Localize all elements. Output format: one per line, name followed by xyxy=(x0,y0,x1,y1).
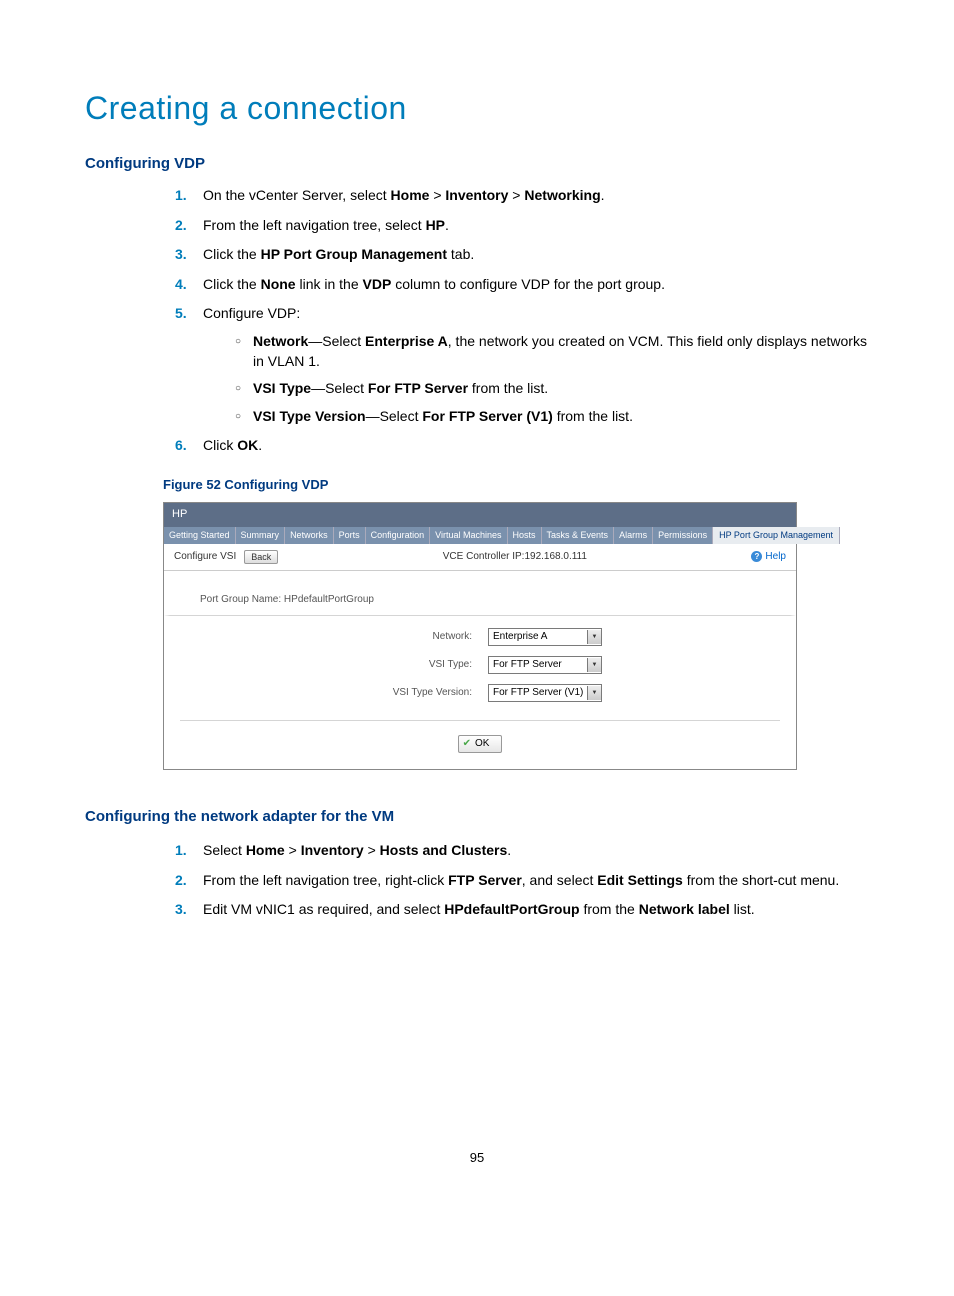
tab-permissions[interactable]: Permissions xyxy=(653,527,713,544)
section-heading-network-adapter: Configuring the network adapter for the … xyxy=(85,806,869,827)
page-number: 95 xyxy=(85,1150,869,1165)
tab-virtual-machines[interactable]: Virtual Machines xyxy=(430,527,507,544)
vsi-type-select[interactable]: For FTP Server ▼ xyxy=(488,656,602,674)
check-icon: ✔ xyxy=(463,737,471,751)
step-item: From the left navigation tree, right-cli… xyxy=(175,871,869,891)
network-select[interactable]: Enterprise A ▼ xyxy=(488,628,602,646)
step-item: On the vCenter Server, select Home > Inv… xyxy=(175,186,869,206)
chevron-down-icon: ▼ xyxy=(587,630,601,644)
step-item: Click the HP Port Group Management tab. xyxy=(175,245,869,265)
help-link[interactable]: ? Help xyxy=(751,550,786,564)
steps-list-adapter: Select Home > Inventory > Hosts and Clus… xyxy=(85,841,869,920)
vsi-type-version-label: VSI Type Version: xyxy=(172,686,488,700)
help-icon: ? xyxy=(751,551,762,562)
screenshot-title: HP xyxy=(164,503,796,526)
controller-ip-label: VCE Controller IP:192.168.0.111 xyxy=(278,550,751,564)
screenshot-panel: HP Getting Started Summary Networks Port… xyxy=(163,502,797,770)
vsi-type-label: VSI Type: xyxy=(172,658,488,672)
tab-summary[interactable]: Summary xyxy=(236,527,286,544)
tab-bar: Getting Started Summary Networks Ports C… xyxy=(164,527,796,544)
step-item: Configure VDP: Network—Select Enterprise… xyxy=(175,304,869,426)
back-button[interactable]: Back xyxy=(244,550,278,565)
tab-networks[interactable]: Networks xyxy=(285,527,334,544)
sub-item: Network—Select Enterprise A, the network… xyxy=(235,332,869,371)
tab-hosts[interactable]: Hosts xyxy=(508,527,542,544)
section-heading-vdp: Configuring VDP xyxy=(85,155,869,172)
sub-item: VSI Type Version—Select For FTP Server (… xyxy=(235,407,869,427)
step-item: Click the None link in the VDP column to… xyxy=(175,275,869,295)
chevron-down-icon: ▼ xyxy=(587,686,601,700)
tab-configuration[interactable]: Configuration xyxy=(366,527,431,544)
step-item: Click OK. xyxy=(175,436,869,456)
step-item: Select Home > Inventory > Hosts and Clus… xyxy=(175,841,869,861)
tab-getting-started[interactable]: Getting Started xyxy=(164,527,236,544)
tab-ports[interactable]: Ports xyxy=(334,527,366,544)
step-item: From the left navigation tree, select HP… xyxy=(175,216,869,236)
sub-item: VSI Type—Select For FTP Server from the … xyxy=(235,379,869,399)
toolbar: Configure VSI Back VCE Controller IP:192… xyxy=(164,544,796,572)
network-label: Network: xyxy=(172,630,488,644)
steps-list-vdp: On the vCenter Server, select Home > Inv… xyxy=(85,186,869,456)
sub-list: Network—Select Enterprise A, the network… xyxy=(203,332,869,426)
vsi-type-version-select[interactable]: For FTP Server (V1) ▼ xyxy=(488,684,602,702)
ok-button[interactable]: ✔ OK xyxy=(458,735,503,753)
tab-alarms[interactable]: Alarms xyxy=(614,527,653,544)
chevron-down-icon: ▼ xyxy=(587,658,601,672)
figure-caption: Figure 52 Configuring VDP xyxy=(163,476,869,494)
form-area: Network: Enterprise A ▼ VSI Type: For FT… xyxy=(164,620,796,769)
port-group-name-label: Port Group Name: HPdefaultPortGroup xyxy=(164,571,796,616)
tab-tasks-events[interactable]: Tasks & Events xyxy=(542,527,615,544)
step-item: Edit VM vNIC1 as required, and select HP… xyxy=(175,900,869,920)
configure-vsi-label: Configure VSI xyxy=(174,550,236,564)
page-title: Creating a connection xyxy=(85,90,869,127)
tab-hp-port-group-management[interactable]: HP Port Group Management xyxy=(713,527,840,544)
